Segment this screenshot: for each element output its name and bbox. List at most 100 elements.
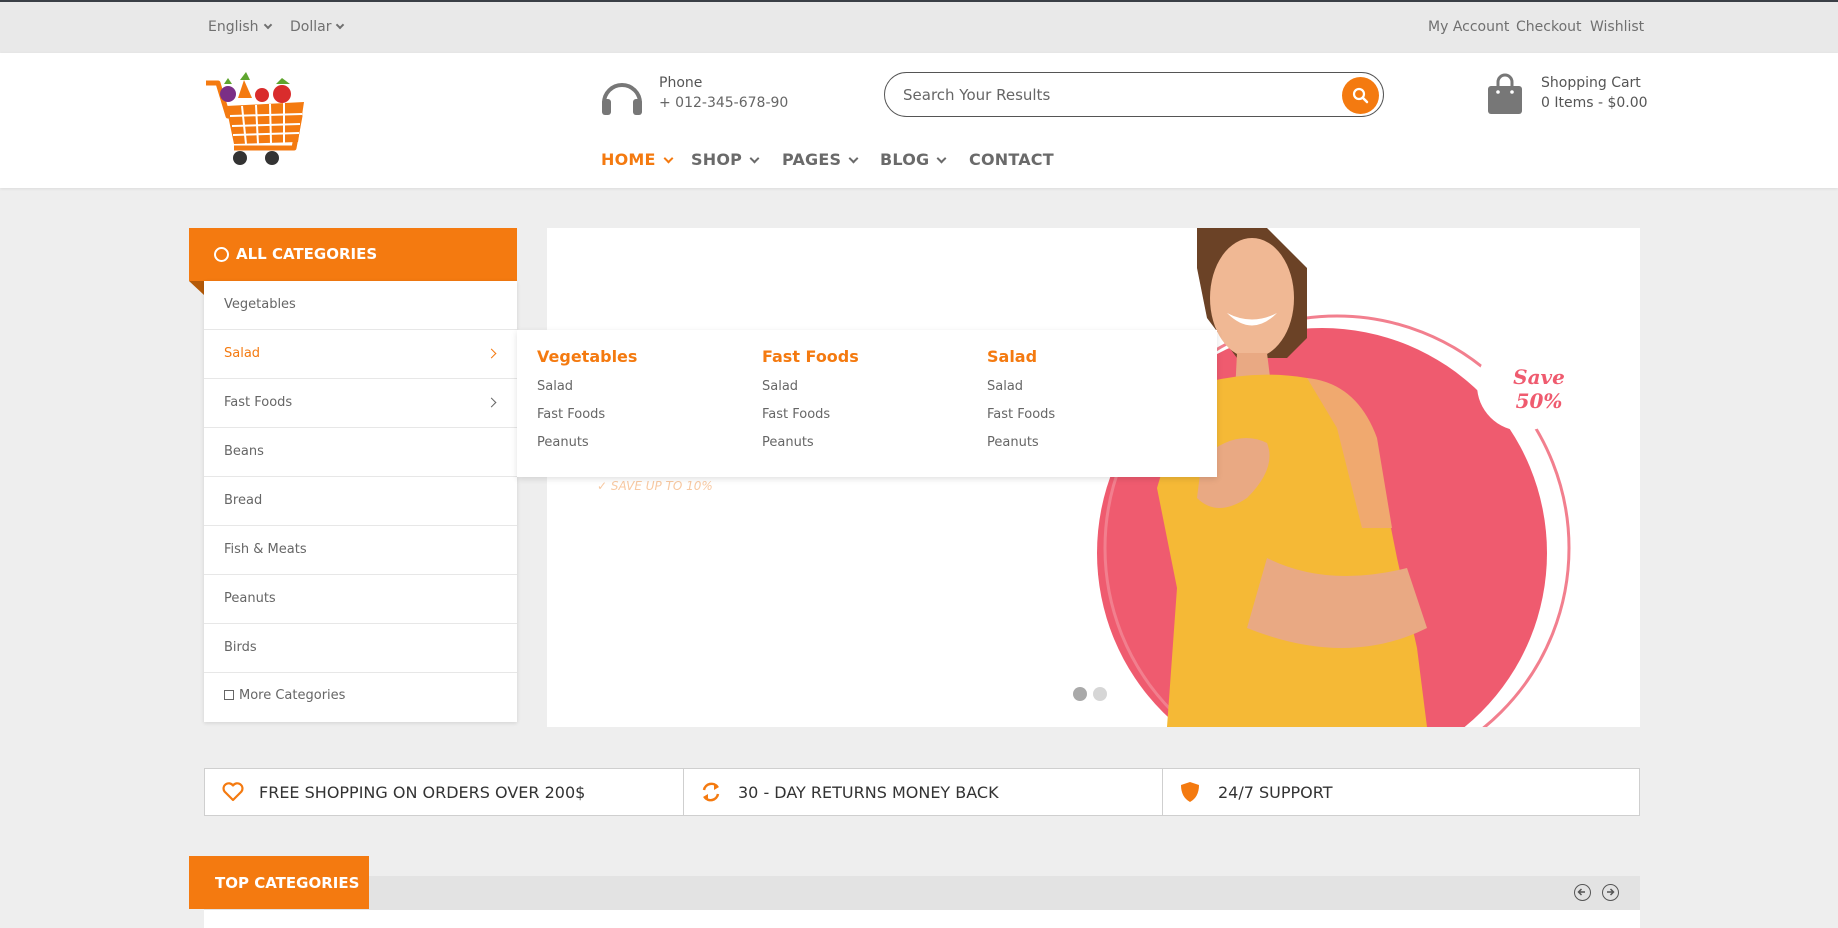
header-fold [189, 281, 204, 295]
arrow-circle-right-icon [214, 247, 229, 262]
mega-menu: Vegetables Salad Fast Foods Peanuts Fast… [517, 330, 1217, 477]
chevron-down-icon [663, 153, 674, 164]
category-item-beans[interactable]: Beans [204, 428, 517, 477]
category-item-salad[interactable]: Salad [204, 330, 517, 379]
category-item-bread[interactable]: Bread [204, 477, 517, 526]
sale-badge-line2: 50% [1515, 389, 1563, 413]
currency-label: Dollar [290, 19, 332, 35]
mega-link[interactable]: Fast Foods [762, 407, 830, 422]
plus-square-icon [224, 690, 234, 700]
top-bar: English Dollar My Account Checkout Wishl… [0, 0, 1838, 53]
cart-title[interactable]: Shopping Cart [1541, 75, 1641, 91]
search-input[interactable] [903, 73, 1303, 116]
category-label: Peanuts [224, 591, 276, 606]
currency-select[interactable]: Dollar [290, 19, 345, 35]
chevron-down-icon [336, 20, 345, 30]
slider-dot-1[interactable] [1073, 687, 1087, 701]
language-label: English [208, 19, 259, 35]
mega-link[interactable]: Salad [987, 379, 1023, 394]
save-up-label: SAVE UP TO 10% [610, 479, 713, 493]
mega-link[interactable]: Salad [762, 379, 798, 394]
sale-badge-line1: Save [1513, 365, 1565, 389]
slider-dot-2[interactable] [1093, 687, 1107, 701]
nav-item-home[interactable]: HOME [601, 150, 674, 169]
all-categories-title: ALL CATEGORIES [236, 245, 378, 263]
logo[interactable] [200, 68, 310, 168]
nav-label: BLOG [880, 150, 930, 169]
nav-item-blog[interactable]: BLOG [880, 150, 947, 169]
refresh-icon [702, 782, 720, 802]
category-label: Fast Foods [224, 395, 293, 410]
chevron-down-icon [263, 20, 272, 30]
feature-label: FREE SHOPPING ON ORDERS OVER 200$ [259, 783, 586, 802]
nav-label: PAGES [782, 150, 842, 169]
category-list: Vegetables Salad Fast Foods Beans Bread … [204, 281, 517, 722]
nav-item-contact[interactable]: CONTACT [969, 150, 1054, 169]
mega-column-title[interactable]: Fast Foods [762, 347, 859, 366]
heart-icon [222, 782, 244, 802]
category-item-birds[interactable]: Birds [204, 624, 517, 673]
phone-number: + 012-345-678-90 [659, 95, 789, 111]
hero-slider: Save 50% [547, 228, 1640, 727]
shield-icon [1181, 782, 1199, 802]
mega-link[interactable]: Peanuts [987, 435, 1039, 450]
top-categories-title: TOP CATEGORIES [215, 874, 360, 892]
wishlist-link[interactable]: Wishlist [1590, 19, 1644, 35]
language-select[interactable]: English [208, 19, 272, 35]
all-categories-header[interactable]: ALL CATEGORIES [189, 228, 517, 281]
chevron-right-icon [486, 397, 497, 408]
my-account-link[interactable]: My Account [1428, 19, 1509, 35]
nav-item-shop[interactable]: SHOP [691, 150, 760, 169]
feature-support: 24/7 SUPPORT [1163, 769, 1639, 815]
nav-label: CONTACT [969, 150, 1054, 169]
search-icon [1352, 87, 1369, 104]
chevron-down-icon [749, 153, 760, 164]
cart-info[interactable]: 0 Items - $0.00 [1541, 95, 1648, 111]
search-box [884, 72, 1384, 117]
mega-link[interactable]: Fast Foods [987, 407, 1055, 422]
save-up-text: ✓ SAVE UP TO 10% [597, 479, 713, 493]
category-label: Vegetables [224, 297, 296, 312]
feature-free-shipping: FREE SHOPPING ON ORDERS OVER 200$ [205, 769, 683, 815]
mega-link[interactable]: Salad [537, 379, 573, 394]
category-label: Bread [224, 493, 263, 508]
category-label: Beans [224, 444, 264, 459]
feature-label: 24/7 SUPPORT [1218, 783, 1333, 802]
headphones-icon [600, 75, 644, 117]
chevron-down-icon [936, 153, 947, 164]
category-label: Birds [224, 640, 257, 655]
mega-link[interactable]: Fast Foods [537, 407, 605, 422]
sale-badge: Save 50% [1509, 365, 1569, 413]
check-icon: ✓ [597, 479, 611, 493]
category-label: Salad [224, 346, 261, 361]
phone-label: Phone [659, 75, 703, 91]
feature-label: 30 - DAY RETURNS MONEY BACK [738, 783, 999, 802]
nav-label: HOME [601, 150, 656, 169]
search-button[interactable] [1342, 77, 1379, 114]
category-item-vegetables[interactable]: Vegetables [204, 281, 517, 330]
features-bar: FREE SHOPPING ON ORDERS OVER 200$ 30 - D… [204, 768, 1640, 816]
shopping-bag-icon[interactable] [1486, 73, 1524, 115]
nav-label: SHOP [691, 150, 743, 169]
category-label: Fish & Meats [224, 542, 307, 557]
mega-link[interactable]: Peanuts [762, 435, 814, 450]
hero-image [1097, 228, 1571, 727]
more-categories-label: More Categories [239, 688, 346, 703]
more-categories-link[interactable]: More Categories [224, 688, 345, 703]
nav-item-pages[interactable]: PAGES [782, 150, 859, 169]
prev-arrow-icon[interactable] [1574, 884, 1591, 901]
mega-column-title[interactable]: Salad [987, 347, 1037, 366]
top-categories-tab[interactable]: TOP CATEGORIES [189, 856, 369, 909]
mega-column-title[interactable]: Vegetables [537, 347, 637, 366]
feature-returns: 30 - DAY RETURNS MONEY BACK [684, 769, 1162, 815]
category-item-fish-meats[interactable]: Fish & Meats [204, 526, 517, 575]
category-item-peanuts[interactable]: Peanuts [204, 575, 517, 624]
top-categories-content [204, 910, 1640, 928]
chevron-right-icon [486, 348, 497, 359]
mega-link[interactable]: Peanuts [537, 435, 589, 450]
category-item-fast-foods[interactable]: Fast Foods [204, 379, 517, 428]
checkout-link[interactable]: Checkout [1516, 19, 1582, 35]
shopping-cart-logo-icon [206, 72, 304, 165]
next-arrow-icon[interactable] [1602, 884, 1619, 901]
chevron-down-icon [848, 153, 859, 164]
